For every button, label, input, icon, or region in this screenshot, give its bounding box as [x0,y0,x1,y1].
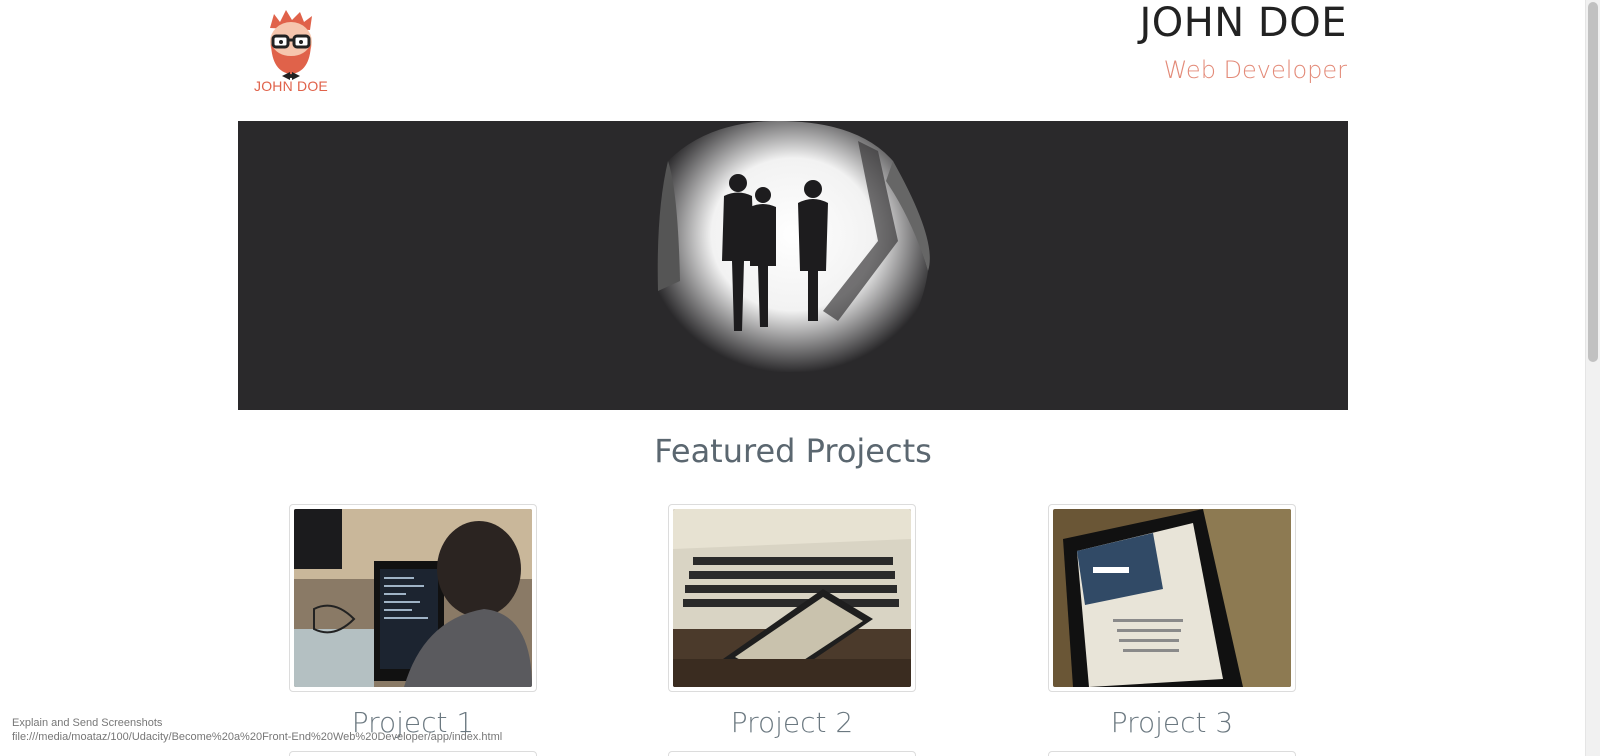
status-url: file:///media/moataz/100/Udacity/Become%… [12,731,503,743]
project-title-2[interactable]: Project 2 [668,706,916,739]
avatar-icon [270,10,312,80]
silhouettes-in-cave-image [238,121,1348,410]
site-title: JOHN DOE [1139,0,1347,46]
project-card-1[interactable] [289,504,537,692]
page: JOHN DOE JOHN DOE Web Developer Featured… [0,0,1585,756]
logo[interactable]: JOHN DOE [250,6,332,96]
project-card-2[interactable] [668,504,916,692]
project-card-bottom [1048,751,1296,756]
status-label: Explain and Send Screenshots [12,717,163,729]
project-card-3[interactable] [1048,504,1296,692]
hero-banner [238,121,1348,410]
project-title-3[interactable]: Project 3 [1048,706,1296,739]
tablet-welcome-screen-image [1053,509,1291,687]
project-card-bottom [668,751,916,756]
site-subtitle: Web Developer [1163,56,1347,84]
project-card-bottom [289,751,537,756]
logo-text: JOHN DOE [254,78,328,94]
status-overlay: Explain and Send Screenshots file:///med… [12,716,502,744]
person-coding-laptop-image [294,509,532,687]
featured-projects-heading: Featured Projects [654,432,932,470]
scrollbar-thumb[interactable] [1588,2,1598,362]
vertical-scrollbar[interactable] [1585,0,1600,756]
smartphone-on-laptop-image [673,509,911,687]
